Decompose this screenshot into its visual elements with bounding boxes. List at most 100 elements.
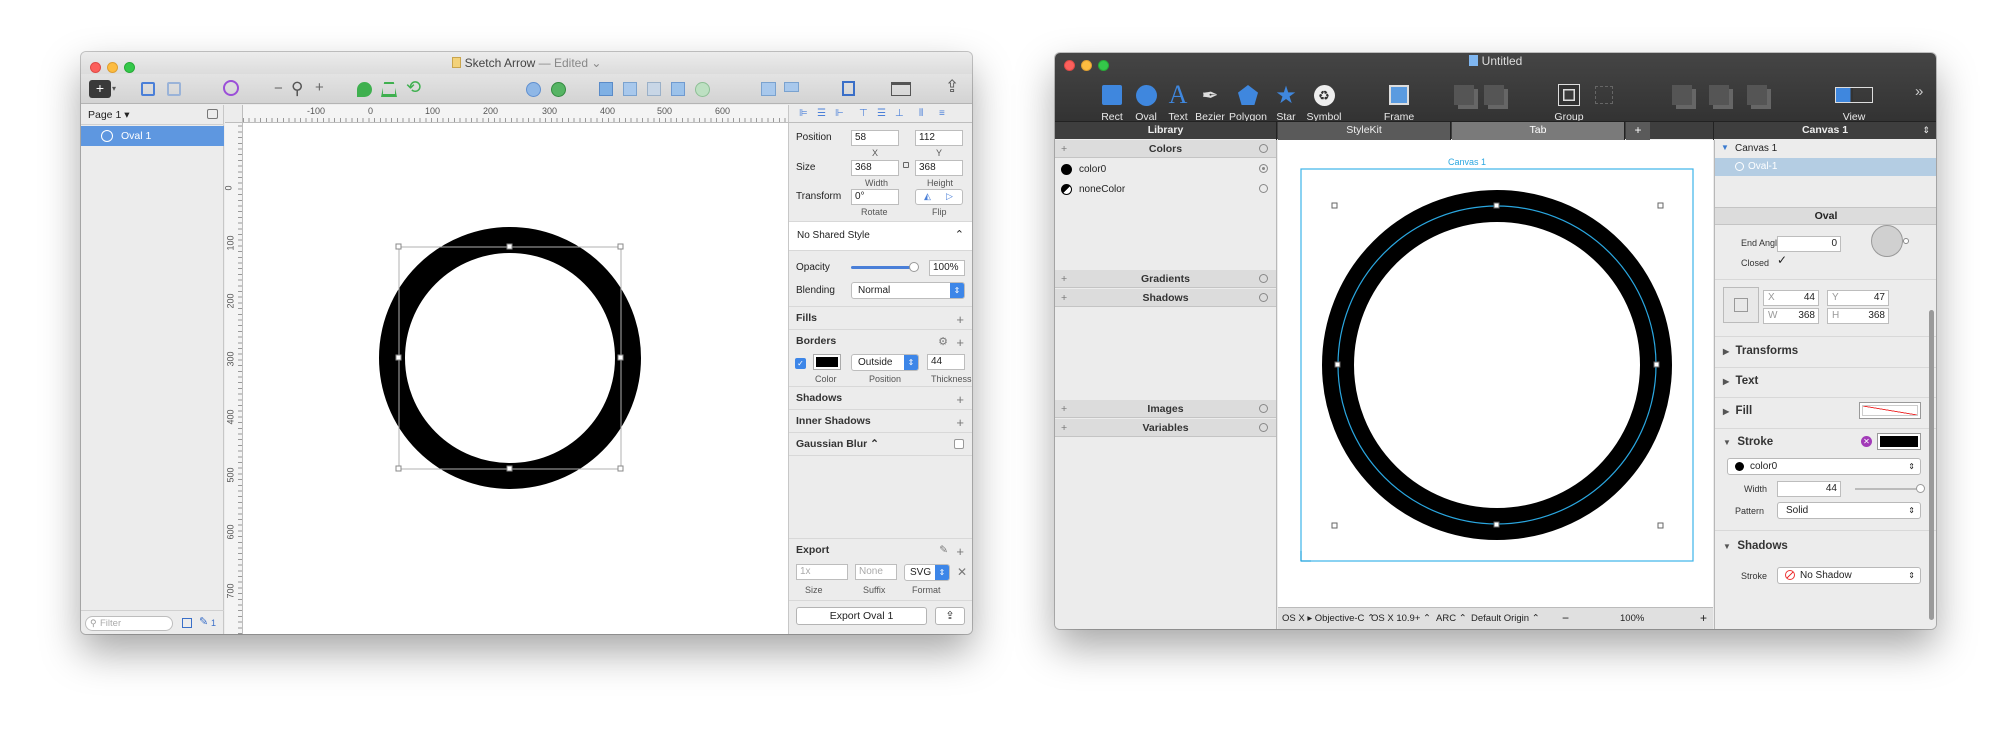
view-icon[interactable]	[842, 81, 855, 96]
remove-stroke-icon[interactable]: ✕	[1861, 436, 1872, 447]
magnifier-icon[interactable]: ⚲	[291, 80, 303, 97]
add-color-icon[interactable]: +	[1061, 140, 1067, 158]
frame-h-input[interactable]: H 368	[1827, 308, 1889, 324]
export-format-select[interactable]: SVG ⇕	[904, 564, 950, 581]
layer-row-oval-1[interactable]: Oval 1	[81, 126, 224, 146]
align-top-icon[interactable]: ⊤	[859, 108, 868, 119]
export-section[interactable]: Export ✎ +	[789, 544, 972, 559]
arrange-tool[interactable]	[1733, 83, 1781, 123]
platform-select[interactable]: OS X ▸ Objective-C ⌃	[1282, 613, 1375, 624]
page-selector[interactable]: Page 1 ▾	[81, 105, 224, 125]
border-enabled-checkbox[interactable]: ✓	[795, 358, 806, 369]
sketch-canvas[interactable]	[243, 123, 870, 634]
frame-x-input[interactable]: X 44	[1763, 290, 1819, 306]
frame-tool[interactable]: Frame	[1375, 83, 1423, 123]
ungroup-tool[interactable]	[1580, 83, 1628, 123]
transforms-section[interactable]: ▶ Transforms	[1715, 345, 1936, 357]
align-center-icon[interactable]: ☰	[817, 108, 826, 119]
anchor-widget[interactable]	[1723, 287, 1759, 323]
opacity-input[interactable]: 100%	[929, 260, 965, 276]
distribute-v-icon[interactable]: ≡	[939, 108, 945, 119]
tree-row-canvas[interactable]: ▼ Canvas 1	[1715, 140, 1936, 158]
filter-input[interactable]: ⚲ Filter	[85, 616, 173, 631]
align-right-icon[interactable]: ⊩	[835, 108, 844, 119]
tab-canvas-selector[interactable]: Canvas 1 ⇕	[1713, 122, 1936, 140]
stroke-color-select[interactable]: color0 ⇕	[1727, 458, 1921, 475]
cloud-icon[interactable]	[784, 82, 799, 92]
zoom-out-button[interactable]: −	[274, 80, 283, 97]
fill-color-well[interactable]	[1859, 402, 1921, 419]
rotate-input[interactable]: 0°	[851, 189, 899, 205]
layout-icon[interactable]	[891, 82, 911, 96]
flip-buttons[interactable]: ◭ ▷	[915, 189, 963, 205]
add-variable-icon[interactable]: +	[1061, 419, 1067, 437]
gaussian-blur-section[interactable]: Gaussian Blur ⌃	[789, 438, 972, 450]
end-angle-input[interactable]: 0	[1777, 236, 1841, 252]
colors-header[interactable]: + Colors	[1055, 140, 1276, 158]
add-inner-shadow-icon[interactable]: +	[956, 415, 964, 430]
forward-icon[interactable]	[599, 82, 613, 96]
frame-y-input[interactable]: Y 47	[1827, 290, 1889, 306]
border-thickness-input[interactable]: 44	[927, 354, 965, 370]
rotate-icon[interactable]: ⟲	[406, 78, 421, 96]
align-left-icon[interactable]: ⊫	[799, 108, 808, 119]
zoom-in-button[interactable]: +	[1700, 611, 1707, 625]
origin-select[interactable]: Default Origin ⌃	[1471, 613, 1540, 624]
ring-shape[interactable]	[1322, 190, 1672, 540]
scale-icon[interactable]	[671, 82, 685, 96]
symbol-tool[interactable]: ♻ Symbol	[1300, 83, 1348, 123]
disclosure-open-icon[interactable]: ▼	[1721, 143, 1729, 152]
closed-checkbox[interactable]: ✓	[1777, 253, 1787, 267]
height-input[interactable]: 368	[915, 160, 963, 176]
share-export-button[interactable]: ⇪	[935, 607, 965, 625]
subtract-icon[interactable]	[551, 82, 566, 97]
stroke-shadow-select[interactable]: No Shadow ⇕	[1777, 567, 1921, 584]
add-fill-icon[interactable]: +	[956, 312, 964, 327]
os-version-select[interactable]: OS X 10.9+ ⌃	[1371, 613, 1431, 624]
add-gradient-icon[interactable]: +	[1061, 270, 1067, 288]
frame-w-input[interactable]: W 368	[1763, 308, 1819, 324]
slider-knob[interactable]	[909, 262, 919, 272]
text-section[interactable]: ▶ Text	[1715, 375, 1936, 387]
gear-icon[interactable]: ⚙	[938, 335, 948, 348]
color-row-nonecolor[interactable]: noneColor	[1055, 179, 1276, 199]
tab-tab[interactable]: Tab	[1452, 122, 1625, 140]
subtract-tool[interactable]	[1470, 83, 1518, 123]
pages-icon[interactable]	[182, 618, 192, 628]
radio-icon[interactable]	[1259, 184, 1268, 193]
radio-selected-icon[interactable]	[1259, 164, 1268, 173]
memory-select[interactable]: ARC ⌃	[1436, 613, 1467, 624]
stroke-width-input[interactable]: 44	[1777, 481, 1841, 497]
transform-icon[interactable]	[381, 82, 397, 97]
border-color-well[interactable]	[813, 354, 841, 370]
lock-icon[interactable]	[903, 162, 909, 168]
flip-vertical-icon[interactable]: ▷	[946, 191, 953, 202]
stroke-color-well[interactable]	[1877, 433, 1921, 450]
export-scale-input[interactable]: 1x	[796, 564, 848, 580]
export-suffix-input[interactable]: None	[855, 564, 897, 580]
color-row-color0[interactable]: color0	[1055, 159, 1276, 179]
add-border-icon[interactable]: +	[956, 335, 964, 350]
tab-stylekit[interactable]: StyleKit	[1278, 122, 1451, 140]
border-position-select[interactable]: Outside ⇕	[851, 354, 919, 371]
ungroup-icon[interactable]	[167, 82, 181, 96]
inspector-scrollbar[interactable]	[1929, 310, 1934, 620]
distribute-h-icon[interactable]: ⫴	[919, 108, 923, 119]
backward-icon[interactable]	[623, 82, 637, 96]
zoom-out-button[interactable]: −	[1562, 611, 1569, 625]
slice-icon[interactable]: ✎	[199, 615, 208, 628]
toolbar-overflow-icon[interactable]: »	[1915, 83, 1923, 100]
tree-row-oval-1[interactable]: Oval-1	[1715, 158, 1936, 176]
shadows-section[interactable]: Shadows +	[789, 392, 972, 407]
insert-dropdown-icon[interactable]: ▾	[112, 84, 116, 93]
inner-shadows-section[interactable]: Inner Shadows +	[789, 415, 972, 430]
shared-style-select[interactable]: No Shared Style ⌃	[789, 222, 972, 250]
flip-horizontal-icon[interactable]: ◭	[924, 191, 931, 202]
symbol-icon[interactable]	[223, 80, 239, 96]
gradients-header[interactable]: + Gradients	[1055, 270, 1276, 288]
slider-knob[interactable]	[1916, 484, 1925, 493]
add-tab-button[interactable]: +	[1626, 122, 1650, 140]
dial-handle[interactable]	[1903, 238, 1909, 244]
align-bottom-icon[interactable]: ⊥	[895, 108, 904, 119]
flatten-icon[interactable]	[695, 82, 710, 97]
